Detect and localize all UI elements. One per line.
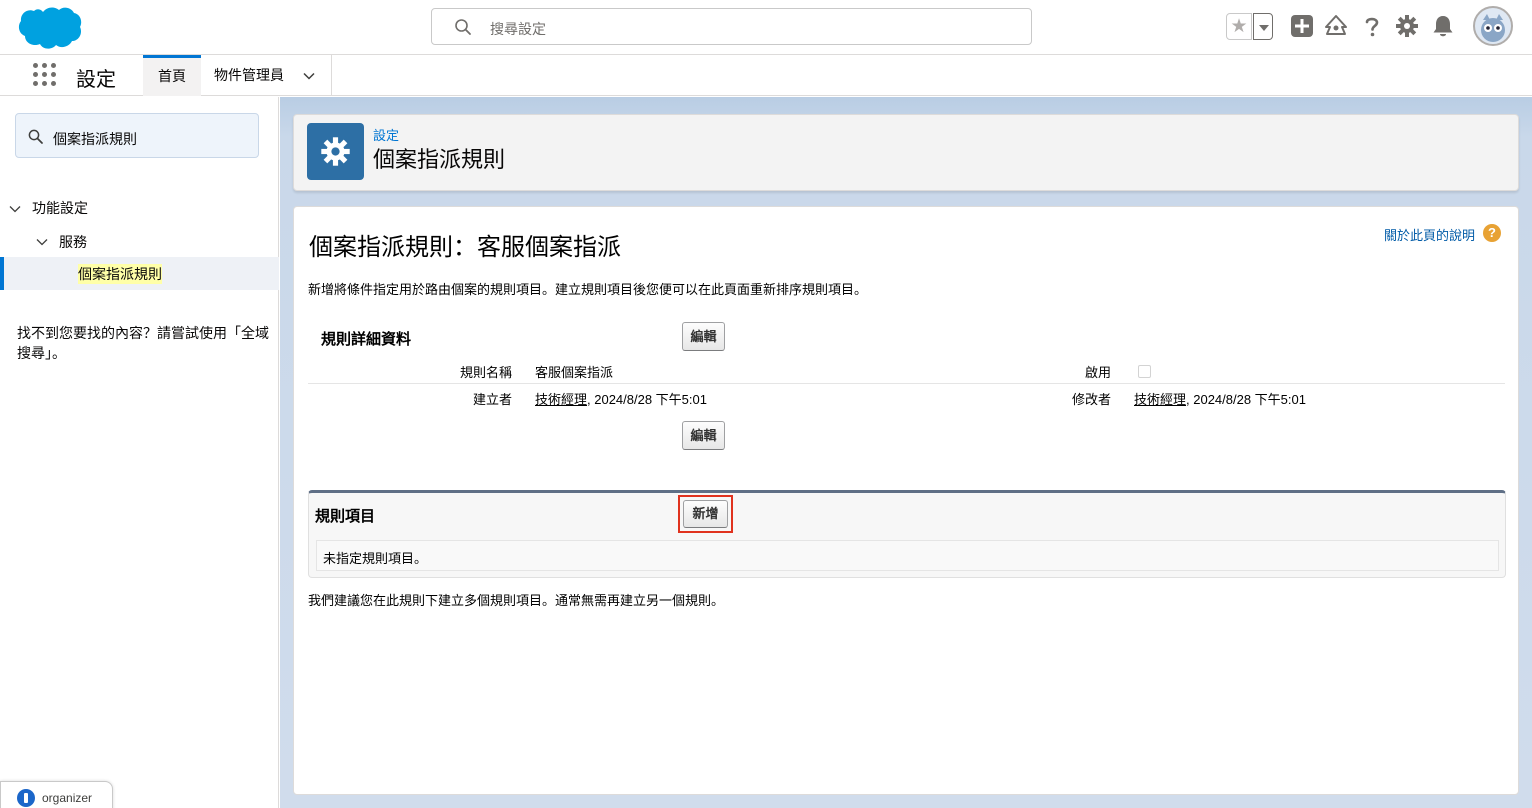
rule-items-section-title: 規則項目	[315, 508, 376, 525]
tab-home[interactable]: 首頁	[143, 55, 201, 96]
search-icon	[28, 129, 43, 144]
tab-object-manager[interactable]: 物件管理員	[201, 55, 332, 96]
app-navigation-bar: 設定 首頁 物件管理員	[0, 55, 1532, 96]
help-question-icon[interactable]: ?	[1483, 224, 1501, 242]
chevron-down-icon[interactable]	[9, 203, 21, 215]
trailhead-icon[interactable]	[1324, 14, 1348, 38]
tab-object-manager-label: 物件管理員	[214, 67, 284, 83]
edit-button-bottom[interactable]: 編輯	[682, 421, 725, 450]
favorites-group: ★	[1226, 13, 1273, 40]
not-found-hint: 找不到您要找的內容？請嘗試使用「全域搜尋」。	[17, 325, 269, 361]
rule-title: 個案指派規則：客服個案指派	[309, 234, 621, 261]
active-label: 啟用	[1084, 365, 1111, 380]
created-by-date: , 2024/8/28 下午5:01	[587, 392, 707, 407]
app-launcher-icon[interactable]	[33, 63, 57, 87]
tree-item-feature-settings[interactable]: 功能設定	[32, 198, 88, 218]
rule-description: 新增將條件指定用於路由個案的規則項目。建立規則項目後您便可以在此頁面重新排序規則…	[308, 282, 868, 297]
tree-item-case-assignment-rules[interactable]: 個案指派規則	[0, 257, 279, 290]
modified-by-value: 技術經理, 2024/8/28 下午5:01	[1134, 389, 1306, 408]
tab-home-label: 首頁	[158, 68, 186, 84]
setup-search-input[interactable]: 搜尋設定	[431, 8, 1032, 45]
favorites-star-icon[interactable]: ★	[1226, 13, 1252, 40]
salesforce-cloud-logo[interactable]	[16, 4, 82, 50]
organizer-widget[interactable]: organizer	[0, 781, 113, 808]
app-name: 設定	[76, 69, 116, 91]
global-actions-icon[interactable]	[1290, 14, 1314, 38]
search-placeholder: 搜尋設定	[490, 21, 546, 37]
search-icon	[455, 19, 471, 35]
setup-sidebar: 個案指派規則 功能設定 服務 個案指派規則 找不到您要找的內容？請嘗試使用「全域…	[0, 97, 279, 808]
detail-divider	[308, 383, 1505, 384]
global-header: 搜尋設定 ★	[0, 0, 1532, 55]
created-by-value: 技術經理, 2024/8/28 下午5:01	[535, 389, 707, 408]
organizer-label: organizer	[42, 791, 93, 805]
user-avatar[interactable]	[1473, 6, 1513, 46]
setup-gear-icon[interactable]	[1395, 14, 1419, 38]
tree-item-service[interactable]: 服務	[59, 232, 87, 252]
modified-by-date: , 2024/8/28 下午5:01	[1186, 392, 1306, 407]
quick-find-input[interactable]: 個案指派規則	[15, 113, 259, 158]
rule-name-label: 規則名稱	[459, 365, 512, 380]
favorites-dropdown-icon[interactable]	[1253, 13, 1273, 40]
rule-items-empty-message: 未指定規則項目。	[316, 540, 1499, 571]
help-icon[interactable]	[1360, 14, 1384, 38]
tree-item-label: 個案指派規則	[78, 264, 162, 284]
setup-gear-icon	[307, 123, 364, 180]
active-checkbox	[1138, 365, 1151, 378]
chevron-down-icon[interactable]	[36, 236, 48, 248]
quick-find-value: 個案指派規則	[53, 131, 137, 147]
page-header: 設定 個案指派規則	[293, 114, 1519, 191]
rule-name-value: 客服個案指派	[535, 365, 614, 380]
help-for-this-page-link[interactable]: 關於此頁的說明	[1384, 225, 1475, 244]
notifications-bell-icon[interactable]	[1431, 14, 1455, 38]
created-by-label: 建立者	[472, 392, 512, 407]
rule-items-section: 規則項目 新增 未指定規則項目。	[308, 490, 1506, 578]
edit-button-top[interactable]: 編輯	[682, 322, 725, 351]
rule-detail-section-title: 規則詳細資料	[321, 331, 412, 348]
chevron-down-icon[interactable]	[303, 70, 315, 82]
page-title: 個案指派規則	[373, 147, 506, 172]
modified-by-label: 修改者	[1071, 392, 1111, 407]
main-content-panel: 關於此頁的說明 ? 個案指派規則：客服個案指派 新增將條件指定用於路由個案的規則…	[293, 206, 1519, 795]
created-by-user-link[interactable]: 技術經理	[535, 392, 587, 407]
organizer-icon	[17, 789, 35, 807]
new-rule-item-button[interactable]: 新增	[683, 500, 728, 528]
modified-by-user-link[interactable]: 技術經理	[1134, 392, 1186, 407]
recommendation-text: 我們建議您在此規則下建立多個規則項目。通常無需再建立另一個規則。	[308, 593, 725, 608]
